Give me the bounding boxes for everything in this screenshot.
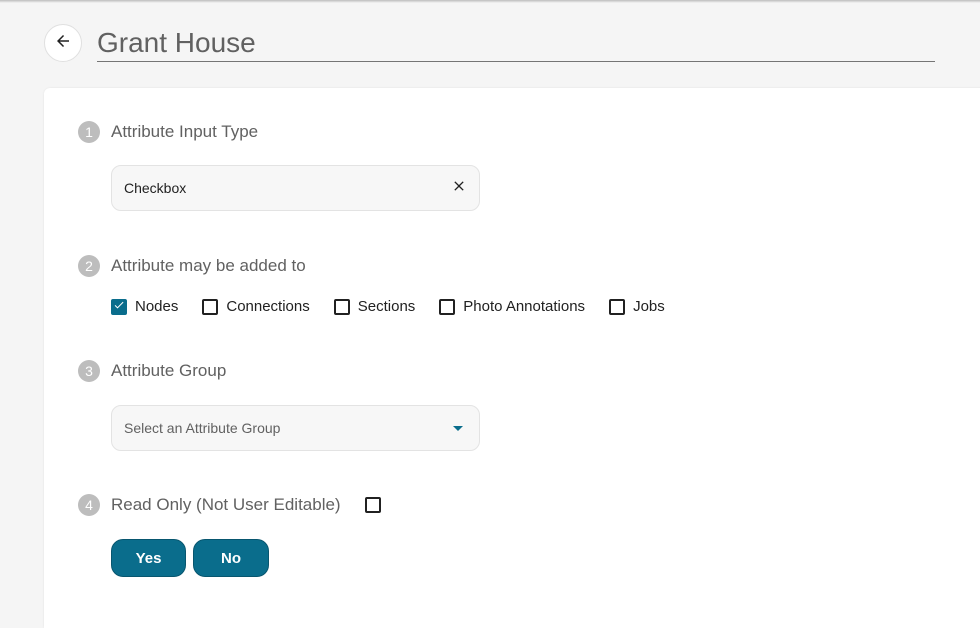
no-button[interactable]: No	[193, 539, 269, 577]
caret-down-icon[interactable]	[453, 419, 463, 437]
step-2-label: Attribute may be added to	[111, 256, 306, 275]
step-2-badge: 2	[78, 255, 100, 277]
checkbox-jobs[interactable]: Jobs	[609, 298, 665, 315]
step-1: 1 Attribute Input Type	[78, 121, 258, 143]
attribute-form-card: 1 Attribute Input Type Checkbox 2 Attrib…	[44, 88, 980, 628]
checkbox-sections-box[interactable]	[333, 298, 350, 315]
step-3-badge: 3	[78, 360, 100, 382]
checkbox-sections[interactable]: Sections	[333, 298, 416, 315]
checkbox-nodes[interactable]: Nodes	[111, 298, 178, 315]
step-3: 3 Attribute Group	[78, 360, 226, 382]
read-only-checkbox[interactable]	[364, 497, 381, 513]
header: Grant House	[0, 0, 980, 88]
added-to-checkboxes: Nodes Connections Sections Photo Annotat…	[111, 298, 689, 315]
step-4-badge: 4	[78, 494, 100, 516]
checkbox-photo-annotations-label: Photo Annotations	[463, 298, 586, 315]
step-1-badge: 1	[78, 121, 100, 143]
step-3-label: Attribute Group	[111, 361, 227, 380]
check-icon	[113, 298, 125, 316]
input-type-select[interactable]: Checkbox	[111, 165, 480, 211]
checkbox-connections-box[interactable]	[202, 298, 219, 315]
attribute-group-placeholder: Select an Attribute Group	[124, 420, 281, 436]
checkbox-connections-label: Connections	[226, 298, 310, 315]
checkbox-jobs-box[interactable]	[609, 298, 626, 315]
yes-button[interactable]: Yes	[111, 539, 186, 577]
step-4: 4 Read Only (Not User Editable)	[78, 494, 389, 516]
back-button[interactable]	[44, 24, 82, 62]
step-4-label: Read Only (Not User Editable)	[111, 495, 341, 514]
arrow-left-icon	[54, 32, 72, 55]
checkbox-photo-annotations[interactable]: Photo Annotations	[439, 298, 585, 315]
step-2: 2 Attribute may be added to	[78, 255, 306, 277]
checkbox-sections-label: Sections	[357, 298, 416, 315]
attribute-group-select[interactable]: Select an Attribute Group	[111, 405, 480, 451]
step-1-label: Attribute Input Type	[111, 122, 259, 141]
checkbox-nodes-box[interactable]	[111, 298, 127, 316]
input-type-value: Checkbox	[124, 180, 187, 196]
title-field[interactable]: Grant House	[97, 24, 935, 62]
checkbox-jobs-label: Jobs	[633, 298, 665, 315]
checkbox-connections[interactable]: Connections	[202, 298, 310, 315]
checkbox-photo-annotations-box[interactable]	[439, 298, 456, 315]
page-title: Grant House	[97, 27, 256, 58]
checkbox-nodes-label: Nodes	[135, 298, 179, 315]
close-icon[interactable]	[451, 178, 467, 199]
